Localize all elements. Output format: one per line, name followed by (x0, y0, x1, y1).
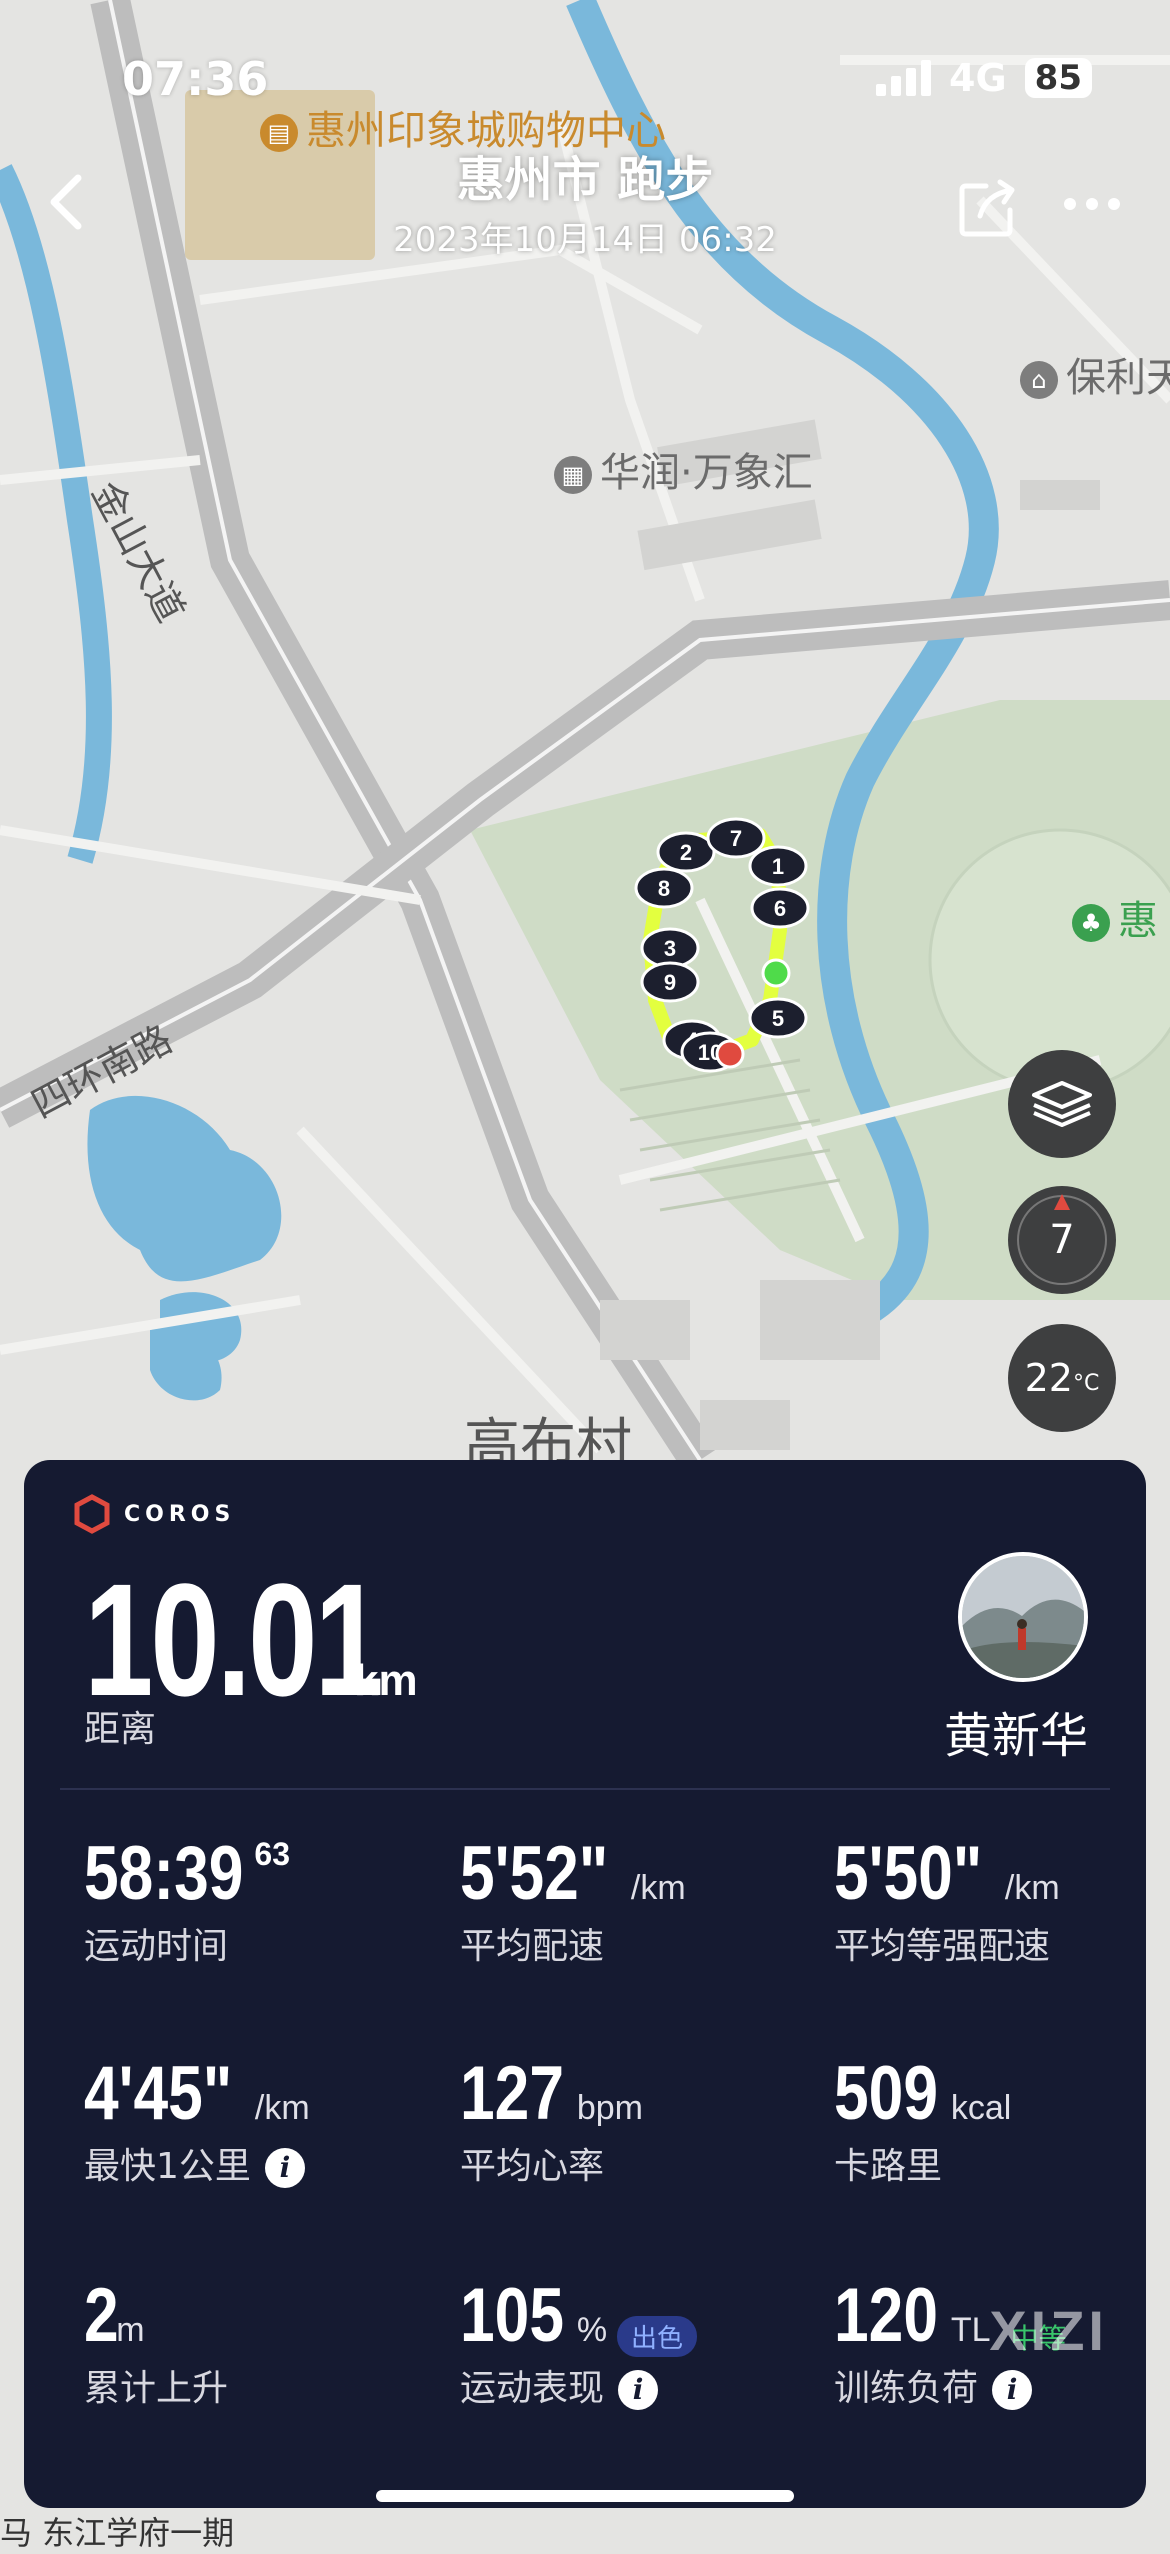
map-label-hui: ♣ 惠 (1072, 888, 1158, 946)
temperature-value: 22 (1024, 1356, 1073, 1400)
stat-unit: /km (1004, 1869, 1060, 1907)
km-marker-7[interactable]: 7 (706, 817, 766, 859)
svg-text:6: 6 (774, 896, 786, 921)
stat-value: 5'52" (460, 1831, 609, 1916)
svg-text:1: 1 (772, 854, 784, 879)
stat-value: 4'45" (84, 2051, 233, 2136)
stat-label: 平均等强配速 (834, 1926, 1051, 1967)
stat-label: 平均心率 (460, 2146, 605, 2187)
map-label-huarun: ▦ 华润·万象汇 (554, 440, 813, 498)
km-marker-3[interactable]: 3 (640, 927, 700, 969)
compass-value: 7 (1049, 1217, 1075, 1263)
stat-unit: kcal (950, 2089, 1012, 2127)
stat-label: 运动表现 i (460, 2359, 697, 2411)
compass-button[interactable]: 7 (1008, 1186, 1116, 1294)
bottom-map-label: 马 东江学府一期 (0, 2514, 235, 2552)
stat-hundredths: 63 (254, 1836, 290, 1872)
stat-value: 105 (460, 2273, 564, 2358)
stat-label: 最快1公里 i (84, 2137, 310, 2189)
stat-fastest-km: 4'45" /km 最快1公里 i (84, 2050, 310, 2189)
distance-label: 距离 (84, 1709, 157, 1750)
svg-text:8: 8 (658, 876, 670, 901)
username: 黄新华 (943, 1708, 1088, 1764)
km-marker-2[interactable]: 2 (656, 831, 716, 873)
svg-text:2: 2 (680, 840, 692, 865)
stat-unit: % (576, 2311, 608, 2349)
stat-unit: /km (254, 2089, 310, 2127)
stat-value: 5'50" (834, 1831, 983, 1916)
status-icons: 4G 85 (876, 56, 1092, 100)
start-point (761, 958, 791, 988)
watermark: XIZI (989, 2299, 1108, 2362)
stat-unit: TL (950, 2311, 991, 2349)
temperature-unit: °C (1072, 1370, 1100, 1396)
stat-avg-hr: 127 bpm 平均心率 (460, 2050, 643, 2189)
km-marker-5[interactable]: 5 (748, 997, 808, 1039)
stat-moving-time: 58:39 63 运动时间 (84, 1830, 290, 1969)
stat-performance: 105% 出色 运动表现 i (460, 2272, 698, 2411)
stat-value: 2 (84, 2273, 119, 2358)
svg-text:3: 3 (664, 936, 676, 961)
km-marker-8[interactable]: 8 (634, 867, 694, 909)
km-marker-9[interactable]: 9 (640, 961, 700, 1003)
avatar-image (962, 1556, 1084, 1678)
layers-icon (1032, 1081, 1092, 1127)
svg-text:5: 5 (772, 1006, 784, 1031)
stat-unit: bpm (576, 2089, 643, 2127)
battery-indicator: 85 (1024, 58, 1092, 98)
stat-label: 运动时间 (84, 1926, 229, 1967)
stat-avg-pace: 5'52" /km 平均配速 (460, 1830, 686, 1969)
map-label-poli: ⌂ 保利天 (1020, 345, 1170, 403)
stat-calories: 509 kcal 卡路里 (834, 2050, 1011, 2189)
performance-badge: 出色 (617, 2316, 698, 2357)
brand-logo: COROS (72, 1494, 235, 1534)
coros-logo-icon (74, 1494, 110, 1534)
brand-name: COROS (124, 1501, 236, 1527)
park-icon: ♣ (1072, 904, 1110, 942)
stat-unit: m (116, 2311, 145, 2349)
building-icon: ▦ (554, 456, 592, 494)
stat-unit: /km (630, 1869, 686, 1907)
info-icon[interactable]: i (992, 2370, 1033, 2410)
stat-value: 509 (834, 2051, 938, 2136)
map-layers-button[interactable] (1008, 1050, 1116, 1158)
stat-label: 累计上升 (84, 2368, 229, 2409)
stat-label: 卡路里 (834, 2146, 943, 2187)
km-marker-1[interactable]: 1 (748, 845, 808, 887)
status-time: 07:36 (122, 52, 269, 106)
stat-avg-grade-pace: 5'50" /km 平均等强配速 (834, 1830, 1060, 1969)
network-type: 4G (949, 56, 1007, 100)
info-icon[interactable]: i (618, 2370, 659, 2410)
home-indicator[interactable] (376, 2490, 794, 2502)
activity-summary-card: COROS 10.01 km 距离 黄新华 58:39 63 运动时间 5'52"… (24, 1460, 1146, 2508)
info-icon[interactable]: i (264, 2148, 305, 2188)
km-marker-6[interactable]: 6 (750, 887, 810, 929)
signal-icon (876, 60, 932, 96)
stat-value: 120 (834, 2273, 938, 2358)
stat-value: 58:39 (84, 1831, 244, 1916)
stat-value: 127 (460, 2051, 564, 2136)
share-icon[interactable] (956, 176, 1020, 240)
building-icon: ⌂ (1020, 361, 1058, 399)
svg-text:9: 9 (664, 970, 676, 995)
more-options-icon[interactable] (1064, 198, 1120, 210)
stat-elevation-gain: 2m 累计上升 (84, 2272, 228, 2411)
stat-label: 训练负荷 i (834, 2359, 1081, 2411)
avatar[interactable] (958, 1552, 1088, 1682)
stat-label: 平均配速 (460, 1926, 605, 1967)
end-point (715, 1039, 745, 1069)
temperature-button[interactable]: 22 °C (1008, 1324, 1116, 1432)
svg-text:7: 7 (730, 826, 742, 851)
divider (60, 1788, 1110, 1790)
